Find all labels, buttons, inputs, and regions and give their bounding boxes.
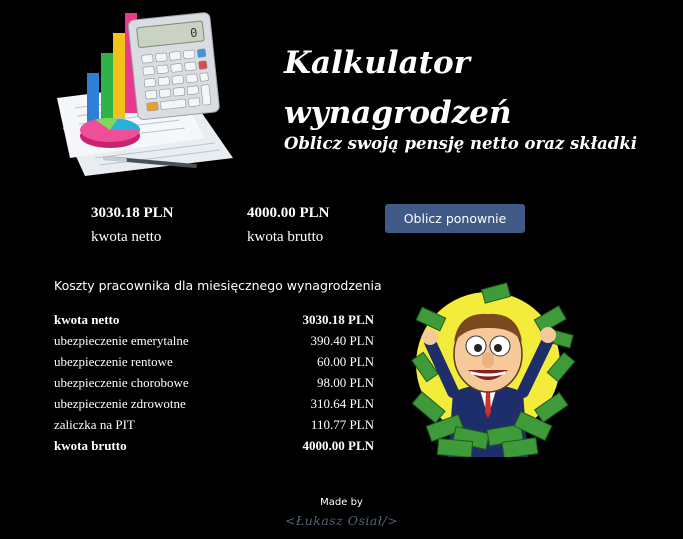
gross-amount-value: 4000.00 PLN bbox=[247, 205, 330, 221]
cost-value: 110.77 PLN bbox=[310, 417, 374, 432]
cost-value: 98.00 PLN bbox=[316, 375, 374, 390]
title-line-2: wynagrodzeń bbox=[284, 95, 512, 131]
page-subtitle: Oblicz swoją pensję netto oraz składki bbox=[284, 134, 638, 153]
calculator-charts-image: 0 bbox=[57, 12, 233, 176]
cost-label: kwota brutto bbox=[54, 438, 127, 453]
cost-row-health: ubezpieczenie zdrowotne 310.64 PLN bbox=[54, 395, 374, 416]
net-amount-label: kwota netto bbox=[91, 229, 162, 245]
cost-label: ubezpieczenie chorobowe bbox=[54, 375, 189, 390]
cost-row-sickness: ubezpieczenie chorobowe 98.00 PLN bbox=[54, 374, 374, 395]
costs-heading: Koszty pracownika dla miesięcznego wynag… bbox=[54, 278, 382, 293]
cost-label: kwota netto bbox=[54, 312, 120, 327]
calculator-display: 0 bbox=[189, 26, 198, 41]
title-line-1: Kalkulator bbox=[284, 45, 471, 81]
cost-row-disability: ubezpieczenie rentowe 60.00 PLN bbox=[54, 353, 374, 374]
net-amount-value: 3030.18 PLN bbox=[91, 205, 174, 221]
cost-value: 3030.18 PLN bbox=[302, 312, 375, 327]
cost-row-pension: ubezpieczenie emerytalne 390.40 PLN bbox=[54, 332, 374, 353]
cost-row-net: kwota netto 3030.18 PLN bbox=[54, 311, 374, 332]
cost-value: 390.40 PLN bbox=[310, 333, 374, 348]
cost-label: ubezpieczenie rentowe bbox=[54, 354, 173, 369]
made-by-label: Made by bbox=[320, 497, 363, 508]
page-title: Kalkulator wynagrodzeń bbox=[284, 38, 614, 138]
author-link[interactable]: <Łukasz Osiał/> bbox=[0, 513, 683, 528]
cost-value: 310.64 PLN bbox=[310, 396, 374, 411]
cost-label: ubezpieczenie zdrowotne bbox=[54, 396, 186, 411]
cost-value: 60.00 PLN bbox=[316, 354, 374, 369]
cost-label: zaliczka na PIT bbox=[54, 417, 135, 432]
costs-table: kwota netto 3030.18 PLN ubezpieczenie em… bbox=[54, 311, 374, 458]
cost-row-gross: kwota brutto 4000.00 PLN bbox=[54, 437, 374, 458]
money-man-illustration bbox=[411, 282, 576, 457]
gross-amount-label: kwota brutto bbox=[247, 229, 324, 245]
cost-label: ubezpieczenie emerytalne bbox=[54, 333, 189, 348]
cost-value: 4000.00 PLN bbox=[302, 438, 375, 453]
cost-row-pit: zaliczka na PIT 110.77 PLN bbox=[54, 416, 374, 437]
recalculate-button[interactable]: Oblicz ponownie bbox=[385, 204, 525, 233]
